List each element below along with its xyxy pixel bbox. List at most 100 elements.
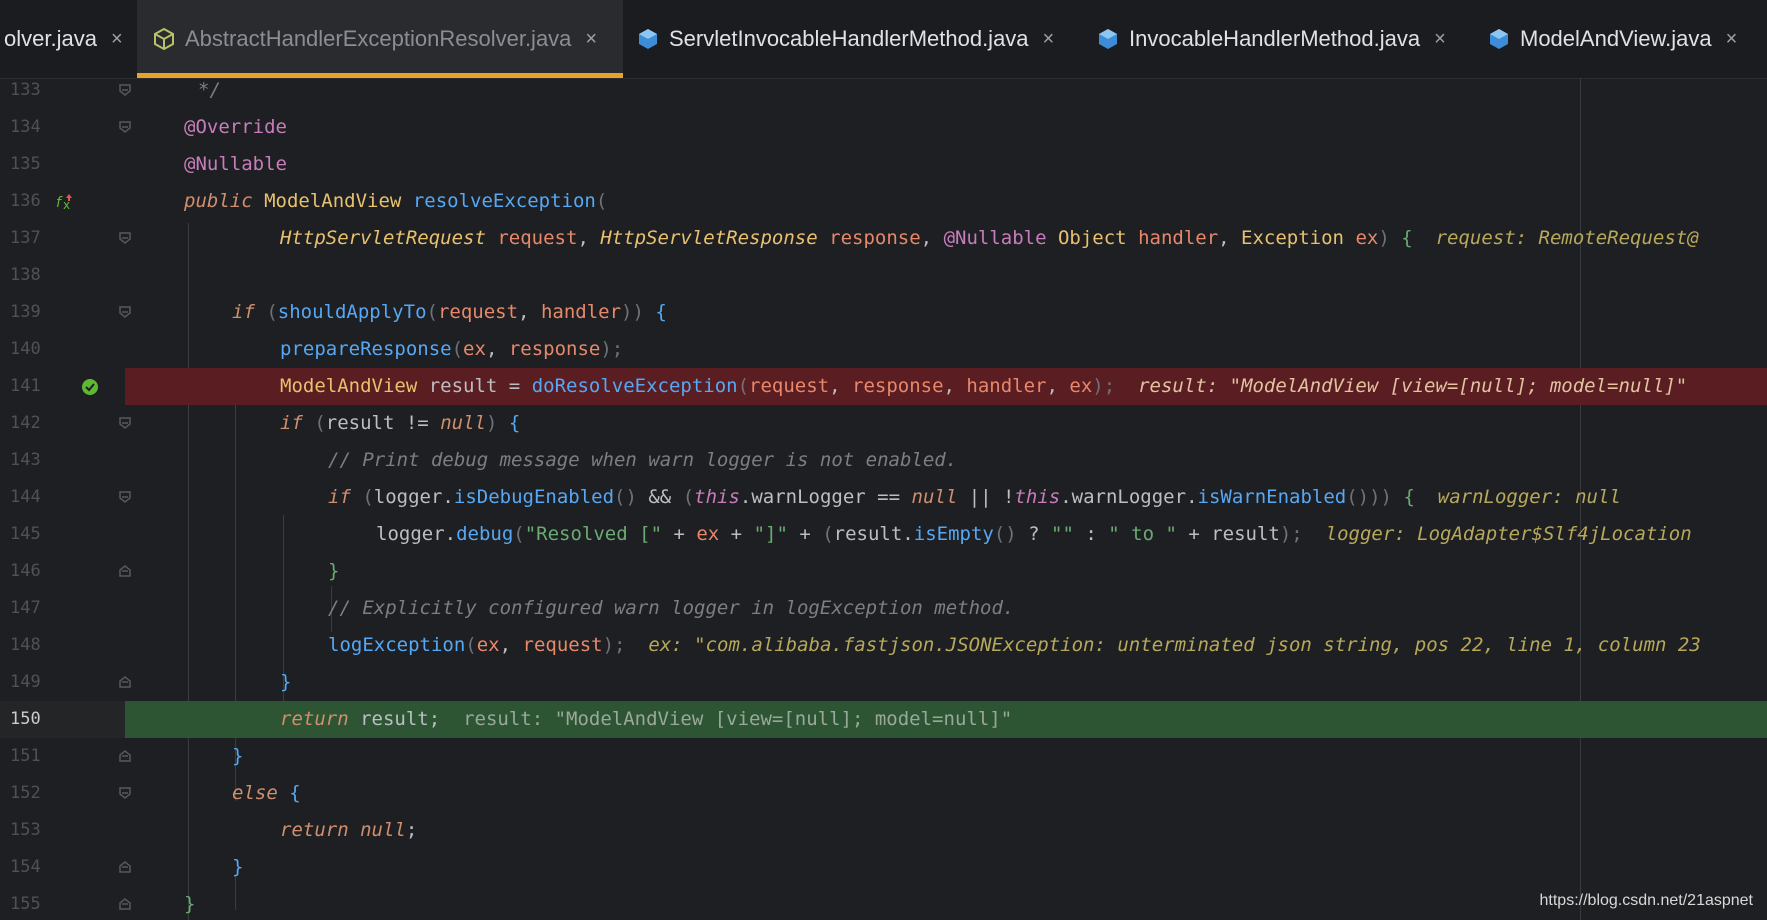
fold-marker-icon[interactable]	[118, 896, 132, 912]
return-statement: return null;	[280, 819, 418, 841]
code-line: 149 }	[0, 664, 1767, 701]
line-number: 151	[10, 746, 41, 766]
fold-marker-icon[interactable]	[118, 859, 132, 875]
override-marker-icon[interactable]: fx	[56, 192, 76, 216]
code-line: 142 if (result != null) {	[0, 405, 1767, 442]
code-line: 155 }	[0, 886, 1767, 920]
tab-invocable-handler-method[interactable]: InvocableHandlerMethod.java ×	[1097, 0, 1467, 78]
tab-model-and-view[interactable]: ModelAndView.java ×	[1488, 0, 1767, 78]
tab-label: ModelAndView.java	[1520, 26, 1712, 51]
tab-abstract-handler-exception-resolver[interactable]: AbstractHandlerExceptionResolver.java ×	[137, 0, 623, 78]
class-icon	[637, 27, 659, 51]
line-number: 143	[10, 450, 41, 470]
line-number: 137	[10, 228, 41, 248]
assignment-statement: ModelAndView result = doResolveException…	[280, 375, 1688, 397]
line-number: 147	[10, 598, 41, 618]
fold-marker-icon[interactable]	[118, 304, 132, 320]
closing-brace: }	[184, 893, 196, 915]
annotation: @Override	[184, 116, 287, 138]
comment-end: */	[198, 79, 221, 101]
code-line: 137 HttpServletRequest request, HttpServ…	[0, 220, 1767, 257]
tab-resolver-partial[interactable]: olver.java ×	[0, 0, 128, 78]
debug-inline-value: result: "ModelAndView [view=[null]; mode…	[1138, 375, 1688, 397]
code-line: 140 prepareResponse(ex, response);	[0, 331, 1767, 368]
code-line: 152 else {	[0, 775, 1767, 812]
code-line: 148 logException(ex, request); ex: "com.…	[0, 627, 1767, 664]
close-tab-icon[interactable]: ×	[1434, 28, 1446, 51]
if-statement: if (shouldApplyTo(request, handler)) {	[232, 301, 667, 323]
line-number: 140	[10, 339, 41, 359]
line-number: 136	[10, 191, 41, 211]
closing-brace: }	[328, 560, 340, 582]
comment: // Explicitly configured warn logger in …	[328, 597, 1015, 619]
code-line: 133 */	[0, 78, 1767, 109]
line-number: 144	[10, 487, 41, 507]
close-tab-icon[interactable]: ×	[111, 28, 123, 51]
tab-label: olver.java	[4, 26, 97, 51]
code-line: 147 // Explicitly configured warn logger…	[0, 590, 1767, 627]
line-number: 153	[10, 820, 41, 840]
fold-marker-icon[interactable]	[118, 748, 132, 764]
tab-servlet-invocable-handler-method[interactable]: ServletInvocableHandlerMethod.java ×	[637, 0, 1067, 78]
line-number: 148	[10, 635, 41, 655]
code-editor[interactable]: 133 */ 134 @Override 135 @Nullable 136 f…	[0, 78, 1767, 920]
method-call: logException(ex, request); ex: "com.alib…	[328, 634, 1701, 656]
line-number: 146	[10, 561, 41, 581]
closing-brace: }	[232, 745, 244, 767]
line-number: 135	[10, 154, 41, 174]
close-tab-icon[interactable]: ×	[1043, 28, 1055, 51]
code-line: 134 @Override	[0, 109, 1767, 146]
code-line: 151 }	[0, 738, 1767, 775]
method-signature: public ModelAndView resolveException(	[184, 190, 608, 212]
fold-marker-icon[interactable]	[118, 230, 132, 246]
debug-inline-value: request: RemoteRequest@	[1435, 227, 1699, 249]
fold-marker-icon[interactable]	[118, 119, 132, 135]
breakpoint-checked-icon[interactable]	[81, 378, 99, 400]
line-number: 138	[10, 265, 41, 285]
code-line: 146 }	[0, 553, 1767, 590]
line-number: 149	[10, 672, 41, 692]
fold-marker-icon[interactable]	[118, 563, 132, 579]
method-call: prepareResponse(ex, response);	[280, 338, 624, 360]
tab-label: ServletInvocableHandlerMethod.java	[669, 26, 1029, 51]
if-statement: if (logger.isDebugEnabled() && (this.war…	[328, 486, 1621, 508]
fold-marker-icon[interactable]	[118, 82, 132, 98]
line-number: 141	[10, 376, 41, 396]
code-line: 143 // Print debug message when warn log…	[0, 442, 1767, 479]
code-line: 138	[0, 257, 1767, 294]
closing-brace: }	[280, 671, 292, 693]
line-number: 155	[10, 894, 41, 914]
code-line: 144 if (logger.isDebugEnabled() && (this…	[0, 479, 1767, 516]
line-number: 133	[10, 80, 41, 100]
code-line: 136 fx public ModelAndView resolveExcept…	[0, 183, 1767, 220]
if-statement: if (result != null) {	[280, 412, 521, 434]
class-icon	[1488, 27, 1510, 51]
breakpoint-line: 141 ModelAndView result = doResolveExcep…	[0, 368, 1767, 405]
line-number: 150	[10, 709, 41, 729]
editor-tab-bar: olver.java × AbstractHandlerExceptionRes…	[0, 0, 1767, 79]
line-number: 152	[10, 783, 41, 803]
closing-brace: }	[232, 856, 244, 878]
line-number: 145	[10, 524, 41, 544]
fold-marker-icon[interactable]	[118, 785, 132, 801]
code-line: 154 }	[0, 849, 1767, 886]
comment: // Print debug message when warn logger …	[328, 449, 958, 471]
line-number: 139	[10, 302, 41, 322]
fold-marker-icon[interactable]	[118, 415, 132, 431]
close-tab-icon[interactable]: ×	[585, 28, 597, 51]
else-statement: else {	[232, 782, 301, 804]
tab-label: InvocableHandlerMethod.java	[1129, 26, 1421, 51]
debug-inline-value: ex: "com.alibaba.fastjson.JSONException:…	[648, 634, 1701, 656]
line-number: 142	[10, 413, 41, 433]
fold-marker-icon[interactable]	[118, 674, 132, 690]
line-number: 154	[10, 857, 41, 877]
code-line: 139 if (shouldApplyTo(request, handler))…	[0, 294, 1767, 331]
code-line: 135 @Nullable	[0, 146, 1767, 183]
fold-marker-icon[interactable]	[118, 489, 132, 505]
abstract-class-icon	[153, 27, 175, 51]
execution-point-line: 150 return result; result: "ModelAndView…	[0, 701, 1767, 738]
close-tab-icon[interactable]: ×	[1726, 28, 1738, 51]
return-statement: return result; result: "ModelAndView [vi…	[280, 708, 1013, 730]
code-line: 145 logger.debug("Resolved [" + ex + "]"…	[0, 516, 1767, 553]
debug-inline-value: logger: LogAdapter$Slf4jLocation	[1325, 523, 1692, 545]
